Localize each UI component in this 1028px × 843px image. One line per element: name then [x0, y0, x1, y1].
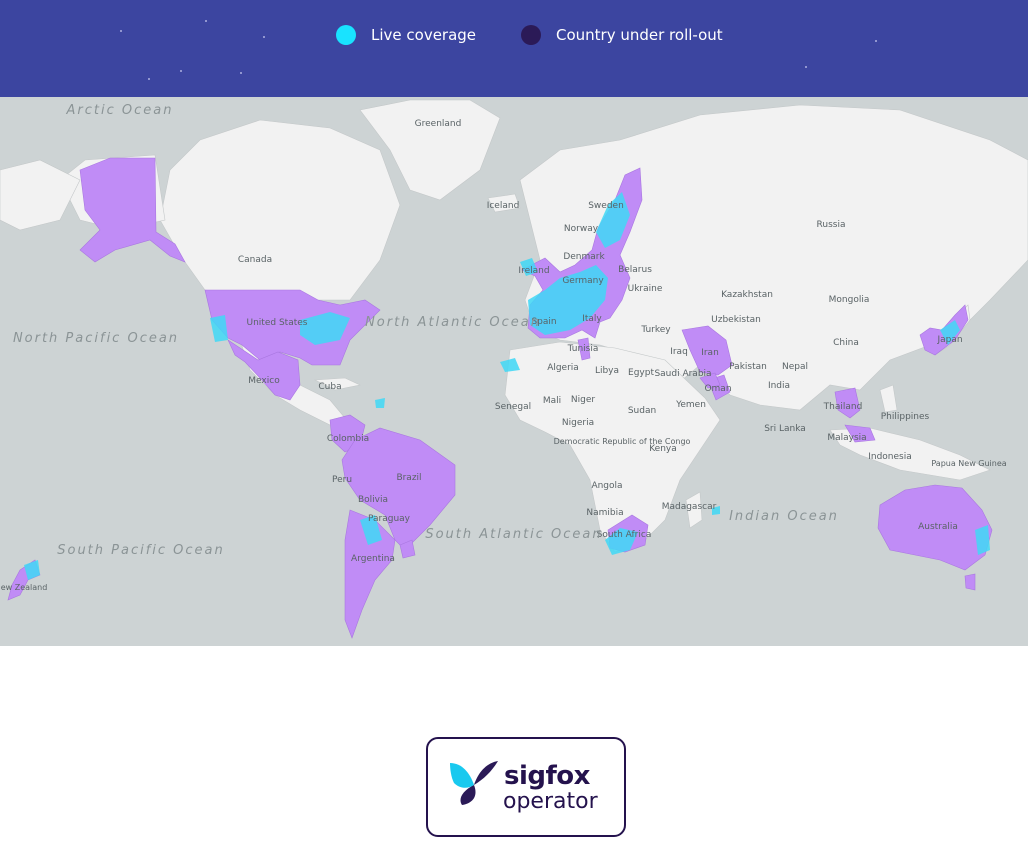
- country-label-iran: Iran: [701, 348, 719, 358]
- ocean-label-indian-ocean: Indian Ocean: [729, 509, 839, 524]
- country-label-colombia: Colombia: [327, 434, 369, 444]
- country-under-roll-out-swatch: [521, 25, 541, 45]
- logo-subtitle-text: operator: [503, 789, 598, 814]
- country-label-madagascar: Madagascar: [662, 502, 717, 512]
- country-label-kenya: Kenya: [649, 444, 677, 454]
- country-label-norway: Norway: [564, 224, 599, 234]
- footer: sigfox operator: [0, 646, 1028, 843]
- country-label-australia: Australia: [918, 522, 958, 532]
- landmass-north-america: [159, 119, 401, 301]
- legend-label-country-under-roll-out: Country under roll-out: [556, 26, 723, 44]
- country-label-sweden: Sweden: [588, 201, 624, 211]
- live-coverage-swatch: [336, 25, 356, 45]
- country-label-uzbekistan: Uzbekistan: [711, 315, 761, 325]
- country-label-india: India: [768, 381, 790, 391]
- country-label-papua-new-guinea: Papua New Guinea: [931, 459, 1006, 468]
- country-label-libya: Libya: [595, 366, 619, 376]
- country-label-angola: Angola: [591, 481, 622, 491]
- country-label-saudi-arabia: Saudi Arabia: [654, 369, 711, 379]
- country-label-egypt: Egypt: [628, 368, 654, 378]
- country-label-italy: Italy: [582, 314, 602, 324]
- country-tasmania: [964, 573, 976, 591]
- butterfly-icon: [450, 761, 498, 805]
- country-label-senegal: Senegal: [495, 402, 531, 412]
- country-label-mali: Mali: [543, 396, 561, 406]
- country-label-oman: Oman: [704, 384, 731, 394]
- legend-item-live-coverage: Live coverage: [336, 25, 476, 45]
- country-label-sri-lanka: Sri Lanka: [764, 424, 806, 434]
- ocean-label-south-atlantic-ocean: South Atlantic Ocean: [425, 527, 602, 542]
- logo-brand-text: sigfox: [504, 761, 590, 791]
- world-coverage-map[interactable]: Greenland Iceland Sweden Norway Russia C…: [0, 97, 1028, 646]
- ocean-label-arctic-ocean: Arctic Ocean: [66, 103, 174, 118]
- country-label-namibia: Namibia: [586, 508, 623, 518]
- country-label-pakistan: Pakistan: [729, 362, 767, 372]
- country-label-japan: Japan: [936, 335, 962, 345]
- country-label-iceland: Iceland: [487, 201, 520, 211]
- country-label-belarus: Belarus: [618, 265, 652, 275]
- country-label-new-zealand: New Zealand: [0, 583, 47, 592]
- country-label-kazakhstan: Kazakhstan: [721, 290, 773, 300]
- country-label-china: China: [833, 338, 859, 348]
- country-label-brazil: Brazil: [396, 473, 421, 483]
- legend-label-live-coverage: Live coverage: [371, 26, 477, 44]
- country-label-bolivia: Bolivia: [358, 495, 388, 505]
- legend-item-country-under-roll-out: Country under roll-out: [521, 25, 723, 45]
- country-label-greenland: Greenland: [415, 119, 462, 129]
- country-label-tunisia: Tunisia: [567, 344, 599, 354]
- country-label-malaysia: Malaysia: [827, 433, 866, 443]
- country-label-mexico: Mexico: [248, 376, 280, 386]
- country-label-algeria: Algeria: [547, 363, 579, 373]
- ocean-label-south-pacific-ocean: South Pacific Ocean: [57, 543, 225, 558]
- country-label-mongolia: Mongolia: [829, 295, 870, 305]
- country-label-canada: Canada: [238, 255, 272, 265]
- sigfox-operator-logo[interactable]: sigfox operator: [426, 737, 626, 837]
- country-label-united-states-line-1: United States: [247, 318, 308, 328]
- country-label-sudan: Sudan: [628, 406, 656, 416]
- country-label-argentina: Argentina: [351, 554, 395, 564]
- country-label-ukraine: Ukraine: [628, 284, 663, 294]
- country-label-germany: Germany: [562, 276, 604, 286]
- country-label-iraq: Iraq: [670, 347, 688, 357]
- country-label-ireland: Ireland: [518, 266, 549, 276]
- country-label-philippines: Philippines: [881, 412, 930, 422]
- country-label-nigeria: Nigeria: [562, 418, 594, 428]
- country-label-niger: Niger: [571, 395, 595, 405]
- country-label-paraguay: Paraguay: [368, 514, 411, 524]
- country-label-nepal: Nepal: [782, 362, 808, 372]
- country-label-peru: Peru: [332, 475, 352, 485]
- country-label-cuba: Cuba: [318, 382, 341, 392]
- country-label-indonesia: Indonesia: [868, 452, 912, 462]
- ocean-label-north-pacific-ocean: North Pacific Ocean: [13, 331, 179, 346]
- country-label-south-africa: South Africa: [597, 530, 652, 540]
- country-label-turkey: Turkey: [640, 325, 671, 335]
- ocean-label-north-atlantic-ocean: North Atlantic Ocean: [365, 315, 541, 330]
- country-label-yemen: Yemen: [675, 400, 706, 410]
- country-label-russia: Russia: [817, 220, 846, 230]
- country-label-denmark: Denmark: [563, 252, 605, 262]
- country-label-thailand: Thailand: [823, 402, 863, 412]
- map-legend: Live coverage Country under roll-out: [0, 0, 1028, 97]
